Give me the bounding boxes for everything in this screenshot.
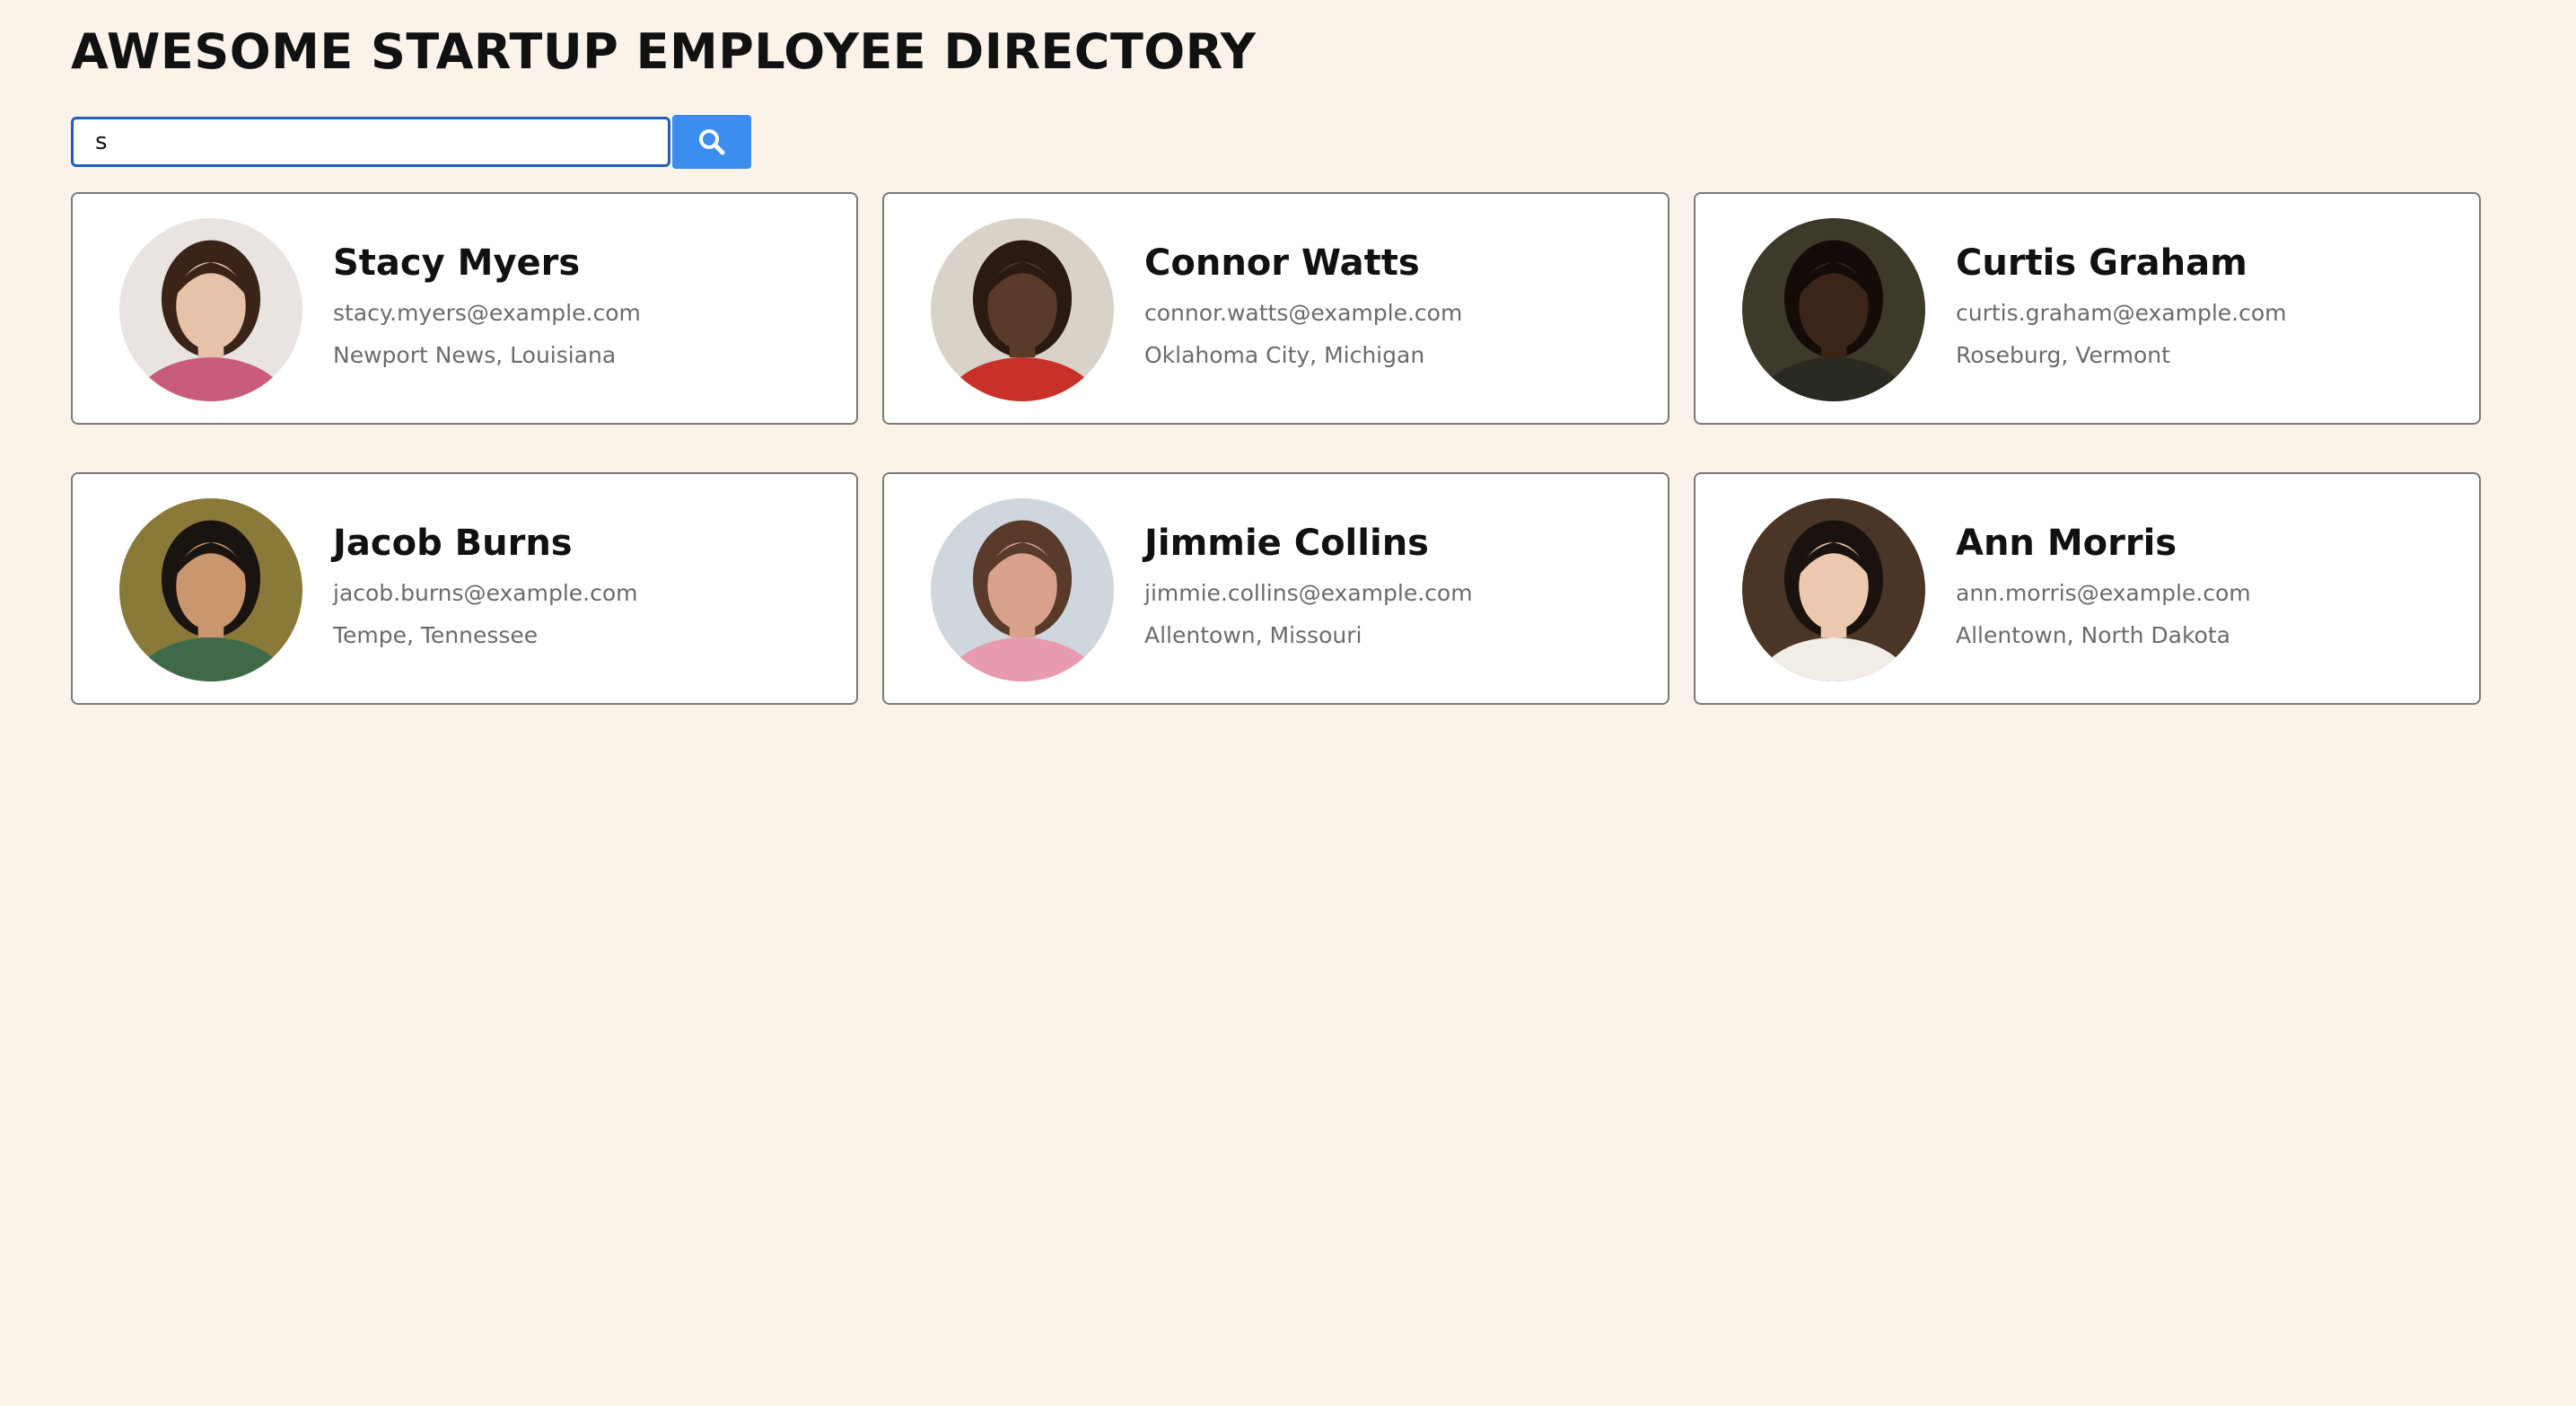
employee-name: Connor Watts bbox=[1144, 242, 1420, 284]
employee-avatar bbox=[931, 498, 1114, 681]
page-title: AWESOME STARTUP EMPLOYEE DIRECTORY bbox=[71, 23, 1257, 80]
employee-card[interactable]: Connor Watts connor.watts@example.com Ok… bbox=[882, 192, 1669, 425]
employee-location: Allentown, Missouri bbox=[1144, 622, 1362, 648]
employee-location: Newport News, Louisiana bbox=[333, 342, 617, 368]
employee-location: Tempe, Tennessee bbox=[333, 622, 539, 648]
employee-info: Ann Morris ann.morris@example.com Allent… bbox=[1956, 523, 2251, 648]
employee-location: Allentown, North Dakota bbox=[1956, 622, 2230, 648]
employee-info: Jimmie Collins jimmie.collins@example.co… bbox=[1144, 523, 1473, 648]
employee-email: jacob.burns@example.com bbox=[333, 580, 638, 606]
employee-card[interactable]: Curtis Graham curtis.graham@example.com … bbox=[1694, 192, 2481, 425]
employee-email: connor.watts@example.com bbox=[1144, 300, 1463, 326]
employee-name: Jacob Burns bbox=[333, 523, 573, 564]
employee-location: Roseburg, Vermont bbox=[1956, 342, 2170, 368]
employee-avatar bbox=[119, 218, 302, 401]
employee-avatar bbox=[1742, 218, 1925, 401]
avatar-portrait bbox=[1742, 218, 1925, 401]
employee-name: Jimmie Collins bbox=[1144, 523, 1429, 564]
employee-grid: Stacy Myers stacy.myers@example.com Newp… bbox=[71, 192, 2481, 705]
avatar-portrait bbox=[1742, 498, 1925, 681]
avatar-portrait bbox=[931, 218, 1114, 401]
search-button[interactable] bbox=[672, 115, 751, 169]
employee-location: Oklahoma City, Michigan bbox=[1144, 342, 1425, 368]
avatar-portrait bbox=[931, 498, 1114, 681]
search-icon bbox=[699, 129, 725, 155]
employee-info: Curtis Graham curtis.graham@example.com … bbox=[1956, 242, 2287, 368]
employee-card[interactable]: Ann Morris ann.morris@example.com Allent… bbox=[1694, 472, 2481, 705]
employee-info: Stacy Myers stacy.myers@example.com Newp… bbox=[333, 242, 641, 368]
employee-name: Curtis Graham bbox=[1956, 242, 2247, 284]
avatar-portrait bbox=[119, 218, 302, 401]
employee-name: Stacy Myers bbox=[333, 242, 581, 284]
employee-info: Jacob Burns jacob.burns@example.com Temp… bbox=[333, 523, 638, 648]
search-input[interactable] bbox=[71, 117, 670, 167]
employee-email: jimmie.collins@example.com bbox=[1144, 580, 1473, 606]
employee-info: Connor Watts connor.watts@example.com Ok… bbox=[1144, 242, 1462, 368]
employee-email: curtis.graham@example.com bbox=[1956, 300, 2287, 326]
employee-card[interactable]: Jacob Burns jacob.burns@example.com Temp… bbox=[71, 472, 858, 705]
avatar-portrait bbox=[119, 498, 302, 681]
search-bar bbox=[71, 115, 751, 169]
employee-card[interactable]: Stacy Myers stacy.myers@example.com Newp… bbox=[71, 192, 858, 425]
employee-card[interactable]: Jimmie Collins jimmie.collins@example.co… bbox=[882, 472, 1669, 705]
employee-email: stacy.myers@example.com bbox=[333, 300, 641, 326]
employee-avatar bbox=[1742, 498, 1925, 681]
employee-email: ann.morris@example.com bbox=[1956, 580, 2251, 606]
employee-avatar bbox=[119, 498, 302, 681]
employee-name: Ann Morris bbox=[1956, 523, 2177, 564]
employee-avatar bbox=[931, 218, 1114, 401]
